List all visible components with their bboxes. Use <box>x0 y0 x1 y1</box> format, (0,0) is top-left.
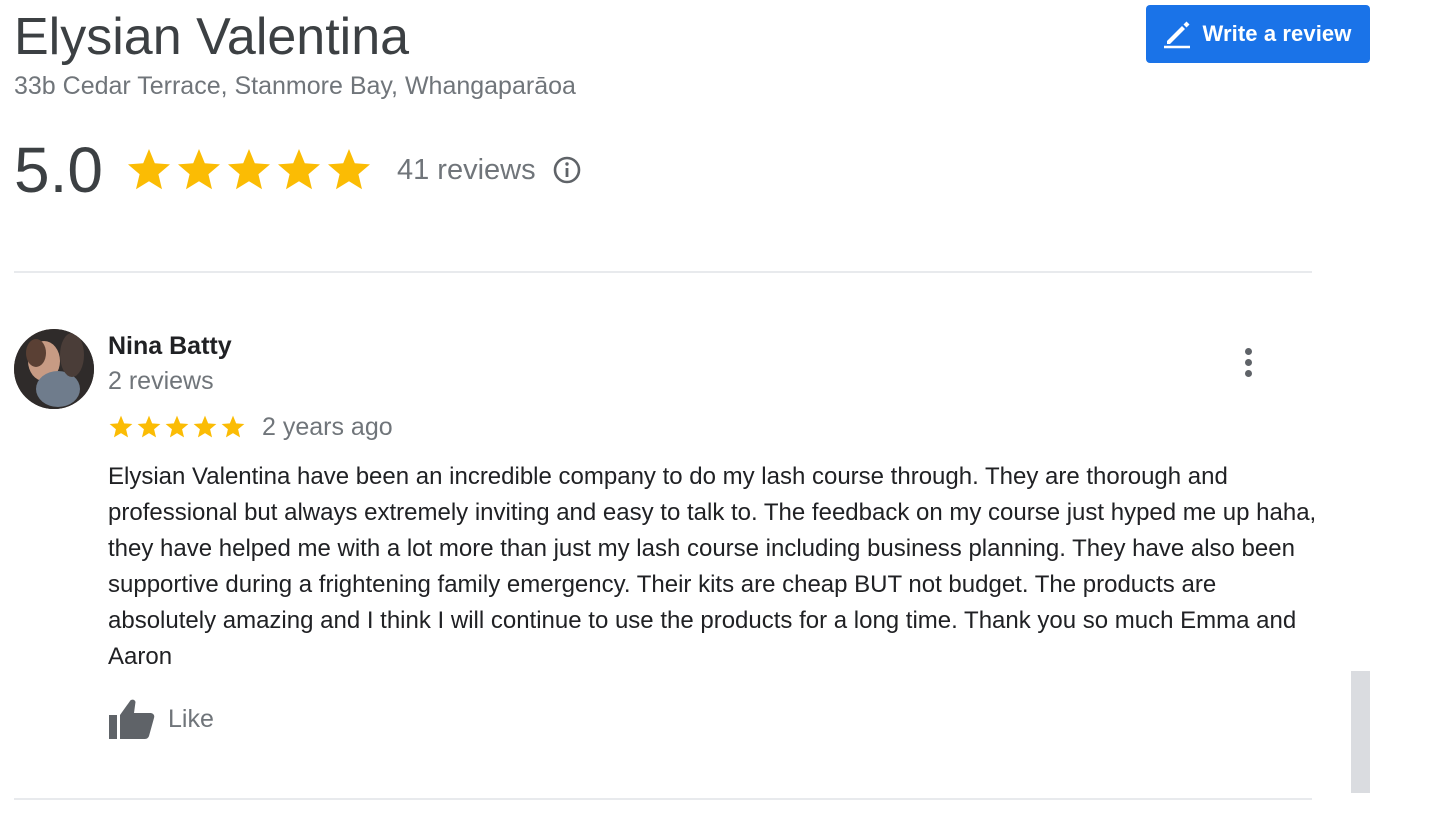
rating-value: 5.0 <box>14 134 103 206</box>
avatar[interactable] <box>14 329 94 409</box>
reviews-page: Elysian Valentina 33b Cedar Terrace, Sta… <box>0 0 1430 822</box>
reviewer-name[interactable]: Nina Batty <box>108 330 232 362</box>
review-text: Elysian Valentina have been an incredibl… <box>108 463 1317 670</box>
star-icon <box>109 415 133 438</box>
star-icon <box>193 415 217 438</box>
business-name: Elysian Valentina <box>14 8 410 66</box>
like-label: Like <box>168 704 214 733</box>
divider <box>14 271 1312 273</box>
reviews-count[interactable]: 41 reviews <box>397 154 536 187</box>
review-date: 2 years ago <box>262 412 393 441</box>
scrollbar-thumb[interactable] <box>1351 671 1370 793</box>
star-icon <box>227 149 270 190</box>
overall-stars <box>125 146 375 194</box>
menu-dot <box>1244 369 1252 377</box>
divider <box>14 798 1312 800</box>
star-icon <box>165 415 189 438</box>
star-icon <box>221 415 245 438</box>
avatar-photo <box>14 329 94 409</box>
thumbs-up-icon <box>109 699 155 739</box>
review-stars <box>108 414 248 440</box>
reviewer-review-count: 2 reviews <box>108 367 214 395</box>
review-meta: 2 years ago <box>108 408 393 446</box>
write-review-label: Write a review <box>1202 21 1352 46</box>
star-icon <box>327 149 370 190</box>
info-icon[interactable] <box>552 155 582 185</box>
overall-rating: 5.0 41 reviews <box>14 132 582 208</box>
business-address: 33b Cedar Terrace, Stanmore Bay, Whangap… <box>14 72 576 100</box>
write-review-button[interactable]: Write a review <box>1146 5 1370 63</box>
star-icon <box>277 149 320 190</box>
menu-dot <box>1244 358 1252 366</box>
like-button[interactable]: Like <box>108 696 214 742</box>
star-icon <box>177 149 220 190</box>
pencil-icon <box>1163 21 1190 49</box>
more-vert-icon[interactable] <box>1228 342 1268 382</box>
star-icon <box>127 149 170 190</box>
menu-dot <box>1244 347 1252 355</box>
star-icon <box>137 415 161 438</box>
